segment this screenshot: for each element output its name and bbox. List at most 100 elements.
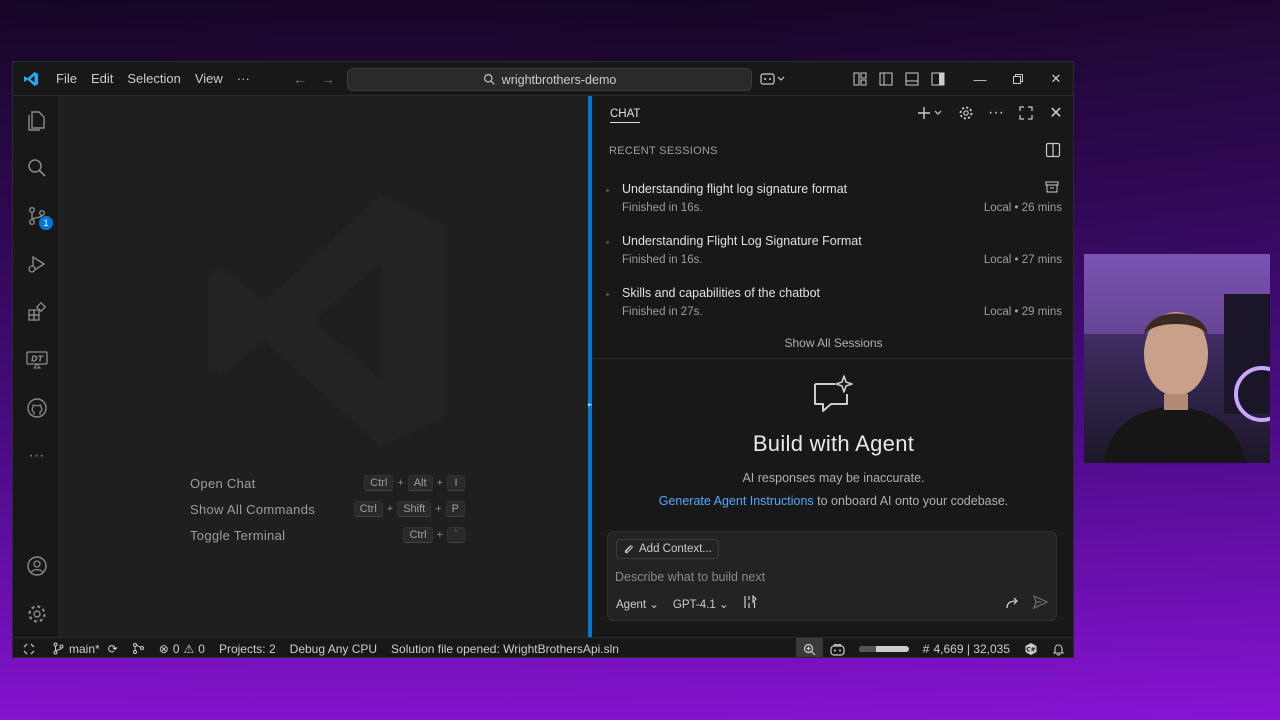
extensions-icon[interactable] <box>13 292 60 332</box>
problems-indicator[interactable]: ⊗ 0 ⚠ 0 <box>152 638 212 658</box>
toggle-primary-sidebar-icon[interactable] <box>873 62 899 96</box>
session-dot <box>606 293 609 296</box>
model-picker[interactable]: GPT-4.1 ⌄ <box>673 597 729 611</box>
customize-layout-icon[interactable] <box>847 62 873 96</box>
session-item[interactable]: Understanding Flight Log Signature Forma… <box>592 231 1073 283</box>
menu-more[interactable]: ··· <box>230 62 257 96</box>
recent-sessions-header: RECENT SESSIONS <box>609 145 718 157</box>
menu-edit[interactable]: Edit <box>84 62 120 96</box>
branch-name: main* <box>69 641 100 656</box>
show-all-sessions-link[interactable]: Show All Sessions <box>592 336 1073 350</box>
menu-view[interactable]: View <box>188 62 230 96</box>
solution-status[interactable]: Solution file opened: WrightBrothersApi.… <box>384 638 626 658</box>
svg-text:C#: C# <box>1026 647 1035 654</box>
menu-file[interactable]: File <box>49 62 84 96</box>
build-config-status[interactable]: Debug Any CPU <box>283 638 384 658</box>
session-item[interactable]: Understanding flight log signature forma… <box>592 179 1073 231</box>
session-status: Finished in 16s. <box>622 202 703 214</box>
back-arrow-icon[interactable]: ← <box>293 71 307 87</box>
send-icon[interactable] <box>1032 594 1049 614</box>
chat-tab-title[interactable]: CHAT <box>610 108 641 123</box>
vscode-watermark-icon <box>195 191 455 456</box>
zoom-icon[interactable] <box>795 638 823 657</box>
search-icon <box>483 74 495 85</box>
dotnet-test-icon[interactable]: DT <box>13 340 60 380</box>
status-bar: main* ⟳ ⊗ 0 ⚠ 0 Projects: 2 Debug Any CP… <box>13 637 1073 658</box>
progress-indicator <box>852 638 916 657</box>
new-chat-icon[interactable] <box>915 102 947 124</box>
projects-status[interactable]: Projects: 2 <box>212 638 283 658</box>
session-dot <box>606 241 609 244</box>
key: Alt <box>407 475 433 491</box>
toggle-sessions-view-icon[interactable] <box>1045 142 1061 163</box>
close-window-icon[interactable]: ✕ <box>1037 62 1073 96</box>
error-icon: ⊗ <box>158 641 169 656</box>
tools-icon[interactable] <box>743 594 758 612</box>
status-bar-right: # 4,669 | 32,035 C# <box>795 638 1073 657</box>
title-bar-right: — ✕ <box>751 62 1073 96</box>
warning-icon: ⚠ <box>183 641 195 656</box>
session-title: Understanding Flight Log Signature Forma… <box>622 234 862 248</box>
counts-text: 4,669 | 32,035 <box>933 642 1010 656</box>
add-context-button[interactable]: Add Context... <box>616 539 719 559</box>
search-text: wrightbrothers-demo <box>501 72 617 87</box>
source-control-badge: 1 <box>39 216 53 230</box>
key: Ctrl <box>403 527 433 543</box>
run-debug-icon[interactable] <box>13 244 60 284</box>
key: Shift <box>397 501 432 517</box>
agent-instructions: Generate Agent Instructions to onboard A… <box>592 494 1073 508</box>
notifications-bell-icon[interactable] <box>1045 638 1073 657</box>
session-meta: Local • 29 mins <box>983 306 1062 318</box>
key: P <box>445 501 465 517</box>
close-chat-icon[interactable]: ✕ <box>1045 102 1067 124</box>
remote-indicator-icon[interactable] <box>13 638 45 658</box>
toggle-panel-icon[interactable] <box>899 62 925 96</box>
more-views-icon[interactable]: ··· <box>13 436 60 476</box>
chat-input-toolbar: Agent ⌄ GPT-4.1 ⌄ <box>616 594 758 612</box>
copilot-status-icon[interactable] <box>823 638 852 657</box>
shortcut-keys: Ctrl + Alt + I <box>364 475 465 491</box>
settings-gear-icon[interactable] <box>13 594 60 634</box>
copilot-menu-icon[interactable] <box>751 62 795 96</box>
github-icon[interactable] <box>13 388 60 428</box>
git-graph-icon[interactable] <box>125 638 152 658</box>
session-title: Skills and capabilities of the chatbot <box>622 286 821 300</box>
branch-indicator[interactable]: main* ⟳ <box>45 638 125 658</box>
minimize-icon[interactable]: — <box>961 62 999 96</box>
search-view-icon[interactable] <box>13 148 60 188</box>
source-control-icon[interactable]: 1 <box>13 196 60 236</box>
title-bar: File Edit Selection View ··· ← → wrightb… <box>13 62 1073 96</box>
shortcut-keys: Ctrl + Shift + P <box>353 501 465 517</box>
sync-icon[interactable]: ⟳ <box>108 642 118 656</box>
mode-picker[interactable]: Agent ⌄ <box>616 597 659 611</box>
maximize-chat-icon[interactable] <box>1015 102 1037 124</box>
toggle-secondary-sidebar-icon[interactable] <box>925 62 951 96</box>
warning-count: 0 <box>198 641 205 656</box>
chat-more-icon[interactable]: ··· <box>985 102 1007 124</box>
explorer-icon[interactable] <box>13 100 60 140</box>
progress-bar <box>858 646 909 652</box>
agent-chat-sparkle-icon <box>811 374 855 419</box>
vscode-logo-icon <box>13 62 49 96</box>
session-item[interactable]: Skills and capabilities of the chatbot F… <box>592 283 1073 335</box>
counts-status[interactable]: # 4,669 | 32,035 <box>916 638 1017 657</box>
paperclip-icon <box>624 544 633 553</box>
generate-instructions-link[interactable]: Generate Agent Instructions <box>659 494 814 508</box>
command-center-search[interactable]: wrightbrothers-demo <box>347 68 752 91</box>
chat-settings-gear-icon[interactable] <box>955 102 977 124</box>
menu-selection[interactable]: Selection <box>120 62 187 96</box>
session-meta: Local • 27 mins <box>983 254 1062 266</box>
agent-warning: AI responses may be inaccurate. <box>742 471 925 485</box>
archive-icon[interactable] <box>1045 180 1059 199</box>
restore-icon[interactable] <box>999 62 1037 96</box>
chat-input-field[interactable]: Describe what to build next <box>615 570 765 584</box>
accounts-icon[interactable] <box>13 546 60 586</box>
delegate-arrow-icon[interactable] <box>1006 596 1021 614</box>
session-status: Finished in 27s. <box>622 306 703 318</box>
csharp-icon[interactable]: C# <box>1017 638 1045 657</box>
key: Ctrl <box>353 501 383 517</box>
shortcut-label: Show All Commands <box>190 501 316 517</box>
forward-arrow-icon[interactable]: → <box>321 71 335 87</box>
progress-bar-fill <box>858 646 877 652</box>
instructions-text: to onboard AI onto your codebase. <box>813 494 1009 508</box>
